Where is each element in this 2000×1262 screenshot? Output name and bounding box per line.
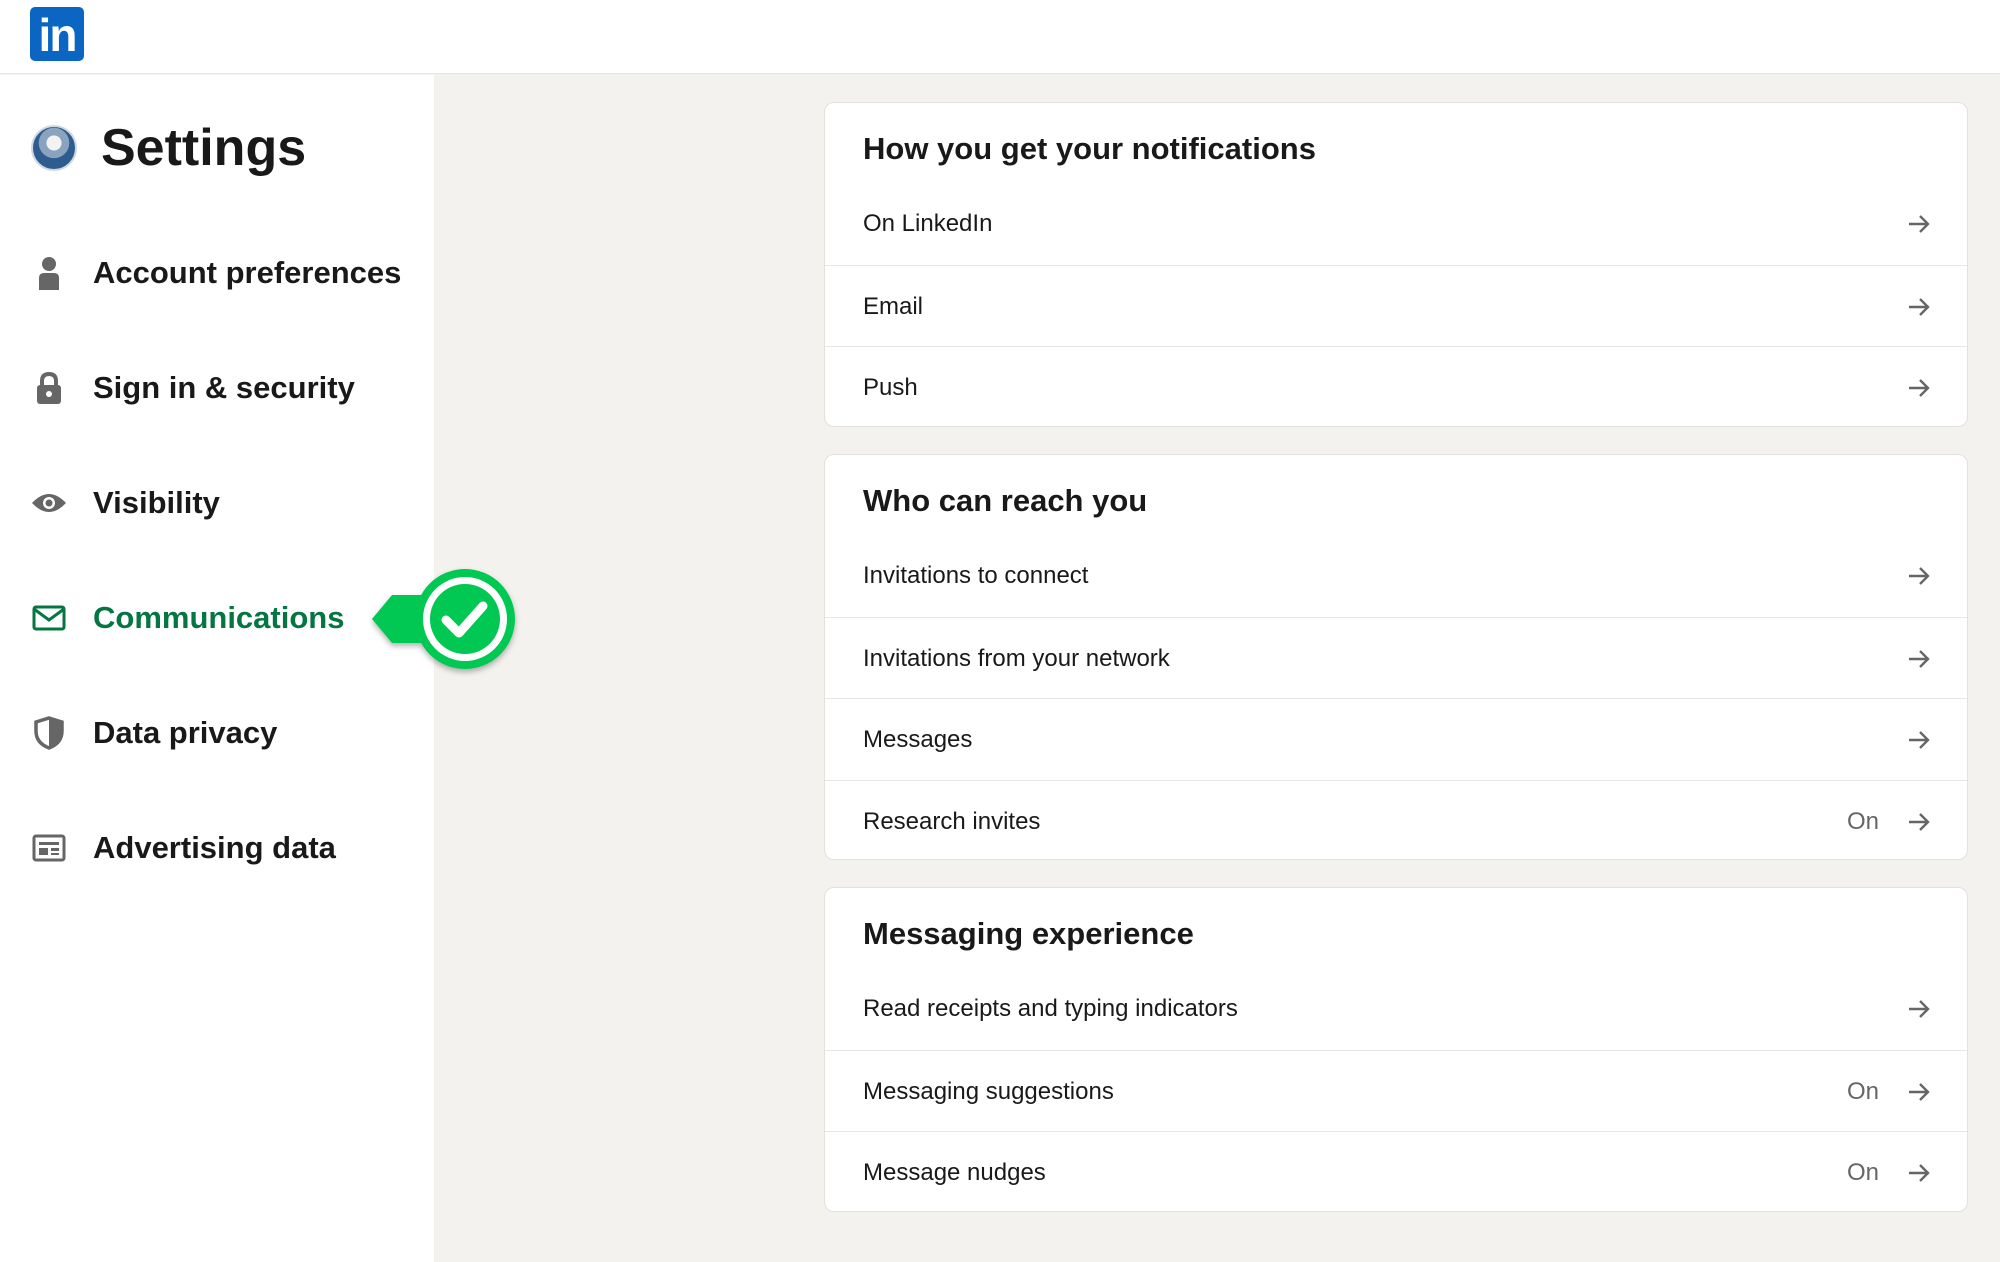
row-invitations-to-connect[interactable]: Invitations to connect [825,535,1967,617]
callout-checkmark-badge [370,565,522,677]
arrow-right-icon [1909,650,1930,668]
sidebar-item-label: Account preferences [93,255,402,290]
row-label: Read receipts and typing indicators [863,995,1238,1022]
row-read-receipts[interactable]: Read receipts and typing indicators [825,968,1967,1050]
row-message-nudges[interactable]: Message nudges On [825,1131,1967,1213]
arrow-right-icon [1909,731,1930,749]
arrow-right-icon [1909,298,1930,316]
arrow-right-icon [1909,215,1930,233]
sidebar-item-visibility[interactable]: Visibility [30,473,410,533]
section-who-can-reach-you: Who can reach you Invitations to connect… [824,454,1968,860]
arrow-right-icon [1909,1000,1930,1018]
envelope-icon [30,599,68,637]
arrow-right-icon [1909,813,1930,831]
row-email[interactable]: Email [825,265,1967,347]
row-label: Messages [863,726,973,753]
ad-icon [30,829,68,867]
sidebar-item-label: Visibility [93,485,220,520]
arrow-right-icon [1909,379,1930,397]
sidebar-item-communications[interactable]: Communications [30,588,410,648]
row-messages[interactable]: Messages [825,698,1967,780]
status-text: On [1846,1159,1879,1186]
sidebar-item-label: Data privacy [93,715,278,750]
row-label: Email [863,293,924,320]
avatar[interactable] [31,125,77,171]
eye-icon [30,484,68,522]
arrow-right-icon [1909,567,1930,585]
section-messaging-experience: Messaging experience Read receipts and t… [824,887,1968,1212]
lock-icon [30,369,68,407]
sidebar-item-label: Advertising data [93,830,336,865]
row-label: Messaging suggestions [863,1078,1114,1105]
settings-header: Settings [31,113,306,183]
sidebar-item-sign-in-security[interactable]: Sign in & security [30,358,410,418]
linkedin-logo[interactable]: in [30,7,84,61]
top-bar: in [0,0,2000,74]
row-on-linkedin[interactable]: On LinkedIn [825,183,1967,265]
row-messaging-suggestions[interactable]: Messaging suggestions On [825,1050,1967,1132]
sidebar-item-data-privacy[interactable]: Data privacy [30,703,410,763]
page-title: Settings [101,119,307,177]
row-label: Message nudges [863,1159,1046,1186]
row-research-invites[interactable]: Research invites On [825,780,1967,862]
person-icon [30,254,68,292]
sidebar-item-account-preferences[interactable]: Account preferences [30,243,410,303]
row-push[interactable]: Push [825,346,1967,428]
section-title: Who can reach you [863,483,1148,518]
sidebar-item-label: Sign in & security [93,370,355,405]
row-label: Research invites [863,808,1041,835]
section-notifications: How you get your notifications On Linked… [824,102,1968,427]
row-label: On LinkedIn [863,210,993,237]
arrow-right-icon [1909,1164,1930,1182]
settings-sidebar: Settings Account preferences Sign in & s… [0,75,434,1262]
sidebar-item-label: Communications [93,600,345,635]
arrow-right-icon [1909,1083,1930,1101]
section-title: Messaging experience [863,916,1194,951]
row-label: Invitations to connect [863,562,1089,589]
sidebar-item-advertising-data[interactable]: Advertising data [30,818,410,878]
status-text: On [1846,808,1879,835]
shield-icon [30,714,68,752]
row-invitations-from-network[interactable]: Invitations from your network [825,617,1967,699]
status-text: On [1846,1078,1879,1105]
row-label: Invitations from your network [863,645,1170,672]
row-label: Push [863,374,918,401]
section-title: How you get your notifications [863,131,1316,166]
